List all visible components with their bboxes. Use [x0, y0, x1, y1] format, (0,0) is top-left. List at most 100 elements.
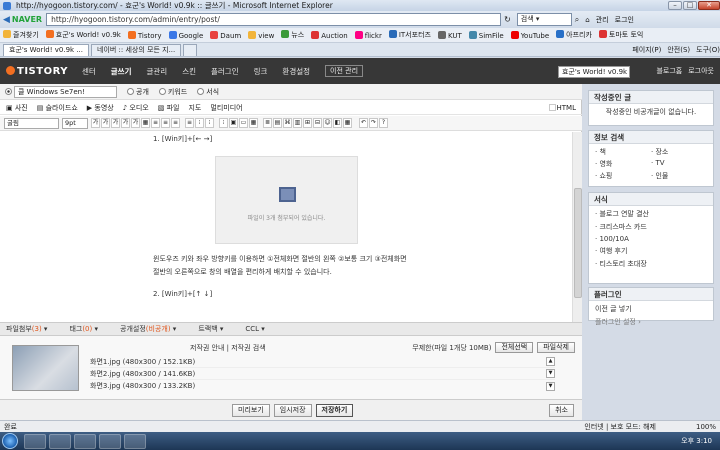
- frame-icon[interactable]: ◧: [333, 118, 342, 128]
- favorite-link[interactable]: IT서포터즈: [388, 30, 431, 40]
- manage-link[interactable]: 관리: [596, 15, 609, 25]
- nav-link[interactable]: 링크: [254, 66, 268, 77]
- multimedia-button[interactable]: 멀티미디어: [210, 103, 242, 113]
- app-taskbar-icon[interactable]: [99, 433, 121, 449]
- blog-select[interactable]: 효군's World! v0.9k: [558, 66, 630, 78]
- browser-tab[interactable]: 효군's World! v0.9k ...: [3, 43, 89, 56]
- move-down-button[interactable]: ▼: [546, 369, 555, 378]
- tab-ccl[interactable]: CCL ▾: [245, 325, 264, 333]
- prev-manage-button[interactable]: 이전 관리: [325, 65, 364, 77]
- map-button[interactable]: 지도: [188, 103, 201, 113]
- align-left-icon[interactable]: ≡: [151, 118, 160, 128]
- browser-tab[interactable]: 네이버 :: 세상의 모든 지...: [91, 43, 182, 56]
- strike-button[interactable]: 가: [121, 118, 130, 128]
- box-icon[interactable]: ▭: [239, 118, 248, 128]
- insert-icon[interactable]: ⊞: [303, 118, 312, 128]
- nav-write[interactable]: 글쓰기: [111, 66, 132, 77]
- info-search-item[interactable]: · 인물: [651, 171, 707, 181]
- refresh-icon[interactable]: ↻: [504, 15, 511, 24]
- app-taskbar-icon[interactable]: [124, 433, 146, 449]
- favorite-link[interactable]: YouTube: [510, 30, 549, 40]
- undo-icon[interactable]: ↶: [359, 118, 368, 128]
- info-search-item[interactable]: · TV: [651, 159, 707, 169]
- template-item[interactable]: · 여행 후기: [595, 246, 707, 256]
- list-num-icon[interactable]: ⁝: [205, 118, 214, 128]
- search-icon[interactable]: ⌕: [575, 15, 579, 25]
- save-button[interactable]: 저장하기: [315, 403, 354, 417]
- delete-file-button[interactable]: 파일삭제: [537, 342, 575, 353]
- file-button[interactable]: ▧ 파일: [158, 103, 180, 113]
- favorite-link[interactable]: Tistory: [127, 30, 162, 40]
- public-radio[interactable]: [127, 87, 134, 95]
- italic-button[interactable]: 가: [101, 118, 110, 128]
- safety-menu[interactable]: 안전(S): [667, 45, 690, 55]
- maximize-button[interactable]: □: [683, 1, 697, 10]
- info-search-item[interactable]: · 영화: [595, 159, 651, 169]
- help-icon[interactable]: ?: [379, 118, 388, 128]
- new-tab-button[interactable]: [183, 43, 198, 56]
- favorite-link[interactable]: flickr: [354, 30, 382, 40]
- size-select[interactable]: 9pt: [62, 117, 88, 129]
- html-checkbox[interactable]: [548, 104, 556, 111]
- table-icon[interactable]: ▣: [229, 118, 238, 128]
- underline-button[interactable]: 가: [111, 118, 120, 128]
- cancel-button[interactable]: 취소: [549, 403, 574, 417]
- move-up-button[interactable]: ▲: [546, 357, 555, 366]
- favorite-link[interactable]: SimFile: [468, 30, 504, 40]
- home-icon[interactable]: ⌂: [585, 16, 589, 24]
- photo-button[interactable]: ▣ 사진: [6, 103, 28, 113]
- list-icon[interactable]: ⁝: [195, 118, 204, 128]
- start-button[interactable]: [2, 433, 18, 449]
- font-select[interactable]: 굴림: [4, 117, 59, 129]
- tab-visibility[interactable]: 공개설정(비공개) ▾: [120, 324, 176, 334]
- quote-icon[interactable]: ≣: [263, 118, 272, 128]
- char-icon[interactable]: ⊟: [313, 118, 322, 128]
- minimize-button[interactable]: –: [668, 1, 682, 10]
- nav-skin[interactable]: 스킨: [182, 66, 196, 77]
- tab-trackback[interactable]: 트랙백 ▾: [198, 324, 223, 334]
- file-item[interactable]: 화면3.jpg (480x300 / 133.2KB): [90, 381, 195, 391]
- scrollbar-thumb[interactable]: [574, 188, 582, 298]
- close-button[interactable]: ✕: [698, 1, 720, 10]
- bgcolor-icon[interactable]: ▦: [141, 118, 150, 128]
- template-item[interactable]: · 티스토리 초대장: [595, 259, 707, 269]
- page-menu[interactable]: 페이지(P): [632, 45, 661, 55]
- info-search-item[interactable]: · 장소: [651, 147, 707, 157]
- color-button[interactable]: 가: [131, 118, 140, 128]
- hr-icon[interactable]: ▤: [273, 118, 282, 128]
- info-search-item[interactable]: · 책: [595, 147, 651, 157]
- unlink-icon[interactable]: ▥: [293, 118, 302, 128]
- template-item[interactable]: · 블로그 연말 결산: [595, 209, 707, 219]
- emoticon-icon[interactable]: ☺: [323, 118, 332, 128]
- video-button[interactable]: ▶ 동영상: [87, 103, 114, 113]
- template-radio[interactable]: [197, 87, 205, 95]
- nav-posts[interactable]: 글관리: [146, 66, 167, 77]
- search-box[interactable]: 검색 ▾: [516, 13, 572, 26]
- favorites-button[interactable]: 즐겨찾기: [3, 30, 39, 40]
- favorite-link[interactable]: 뉴스: [281, 30, 304, 40]
- naver-toolbar-logo[interactable]: NAVER: [12, 15, 42, 24]
- favorite-link[interactable]: Auction: [311, 30, 348, 40]
- login-link[interactable]: 로그인: [615, 15, 634, 25]
- tab-tags[interactable]: 태그(0) ▾: [69, 324, 98, 334]
- slideshow-button[interactable]: ▤ 슬라이드쇼: [37, 103, 78, 113]
- audio-button[interactable]: ♪ 오디오: [123, 103, 149, 113]
- tistory-logo[interactable]: TISTORY: [6, 65, 68, 77]
- nav-plugin[interactable]: 플러그인: [211, 66, 239, 77]
- template-item[interactable]: · 100/10A: [595, 235, 707, 243]
- indent-icon[interactable]: ⁝: [219, 118, 228, 128]
- plugin-item[interactable]: 이전 글 넣기: [595, 304, 707, 314]
- bold-button[interactable]: 가: [91, 118, 100, 128]
- editor-scrollbar[interactable]: [572, 132, 582, 322]
- file-item[interactable]: 화면1.jpg (480x300 / 152.1KB): [90, 357, 195, 367]
- more-icon[interactable]: ▦: [343, 118, 352, 128]
- explorer-taskbar-icon[interactable]: [49, 433, 71, 449]
- align-right-icon[interactable]: ≡: [171, 118, 180, 128]
- file-item[interactable]: 화면2.jpg (480x300 / 141.6KB): [90, 369, 195, 379]
- image-placeholder[interactable]: 파일이 3개 첨부되어 있습니다.: [215, 156, 358, 244]
- url-input[interactable]: http://hyogoon.tistory.com/admin/entry/p…: [46, 13, 502, 26]
- redo-icon[interactable]: ↷: [369, 118, 378, 128]
- category-radio[interactable]: [5, 88, 12, 95]
- blog-home-link[interactable]: 블로그홈: [656, 66, 682, 76]
- keyword-radio[interactable]: [158, 87, 166, 95]
